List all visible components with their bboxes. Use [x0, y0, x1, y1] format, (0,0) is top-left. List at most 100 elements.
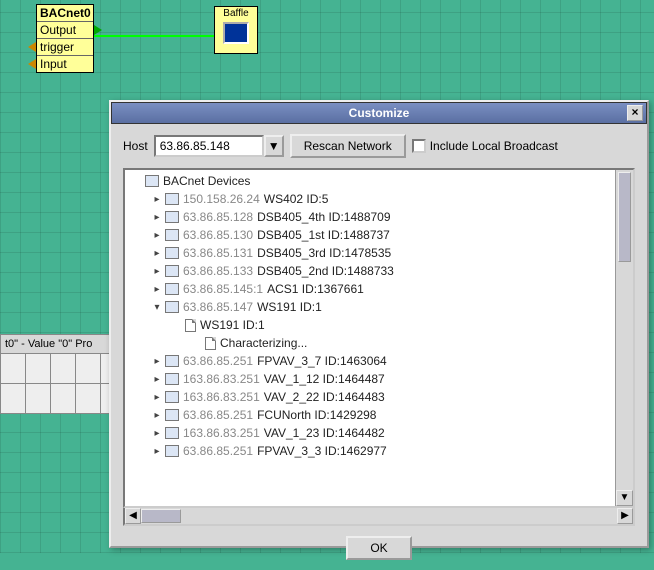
node-title: Baffle: [215, 7, 257, 20]
dialog-titlebar[interactable]: Customize ×: [111, 102, 647, 124]
expand-open-icon[interactable]: ▾: [151, 301, 163, 313]
tree-addr: 63.86.85.251: [183, 408, 253, 422]
tree-row[interactable]: ▸ 63.86.85.251 FCUNorth ID:1429298: [125, 406, 615, 424]
tree-row[interactable]: ▸ 63.86.85.133 DSB405_2nd ID:1488733: [125, 262, 615, 280]
tree-row[interactable]: ▸ 63.86.85.130 DSB405_1st ID:1488737: [125, 226, 615, 244]
side-panel-fragment: t0" - Value "0" Pro: [0, 334, 110, 414]
tree-label: DSB405_2nd ID:1488733: [257, 264, 394, 278]
expand-closed-icon[interactable]: ▸: [151, 373, 163, 385]
tree-addr: 150.158.26.24: [183, 192, 260, 206]
folder-icon: [165, 301, 179, 313]
block-icon: [223, 22, 249, 44]
tree-addr: 163.86.83.251: [183, 372, 260, 386]
tree-addr: 163.86.83.251: [183, 390, 260, 404]
tree-label: WS402 ID:5: [264, 192, 329, 206]
chevron-down-icon: ▼: [268, 139, 280, 153]
tree-row[interactable]: ▾63.86.85.147WS191 ID:1: [125, 298, 615, 316]
folder-icon: [145, 175, 159, 187]
node-bacnet0[interactable]: BACnet0 Output trigger Input: [36, 4, 94, 73]
host-combo[interactable]: ▼: [154, 135, 284, 157]
expand-closed-icon[interactable]: ▸: [151, 409, 163, 421]
scrollbar-thumb[interactable]: [618, 172, 631, 262]
tree-row[interactable]: ▸63.86.85.131DSB405_3rd ID:1478535: [125, 244, 615, 262]
scrollbar-track[interactable]: [141, 508, 617, 524]
folder-icon: [165, 193, 179, 205]
tree-row[interactable]: ▸ 63.86.85.145:1 ACS1 ID:1367661: [125, 280, 615, 298]
tree-row[interactable]: ▸ 63.86.85.251 FPVAV_3_7 ID:1463064: [125, 352, 615, 370]
tree-label: ACS1 ID:1367661: [267, 282, 364, 296]
include-broadcast-checkbox[interactable]: Include Local Broadcast: [412, 139, 558, 154]
port-trigger[interactable]: trigger: [37, 38, 93, 55]
expand-closed-icon[interactable]: ▸: [151, 211, 163, 223]
port-input[interactable]: Input: [37, 55, 93, 72]
folder-icon: [165, 391, 179, 403]
tree-label: VAV_2_22 ID:1464483: [264, 390, 385, 404]
tree-addr: 63.86.85.251: [183, 444, 253, 458]
expand-closed-icon[interactable]: ▸: [151, 445, 163, 457]
folder-icon: [165, 445, 179, 457]
expand-closed-icon[interactable]: ▸: [151, 283, 163, 295]
host-label: Host: [123, 139, 148, 153]
dialog-title: Customize: [349, 106, 410, 120]
tree-row[interactable]: Characterizing...: [125, 334, 615, 352]
tree-row[interactable]: ▸ 63.86.85.251 FPVAV_3_3 ID:1462977: [125, 442, 615, 460]
property-label: t0" - Value "0" Pro: [0, 334, 110, 354]
folder-icon: [165, 355, 179, 367]
expand-closed-icon[interactable]: ▸: [151, 229, 163, 241]
node-baffle[interactable]: Baffle: [214, 6, 258, 54]
tree-addr: 63.86.85.133: [183, 264, 253, 278]
expand-closed-icon[interactable]: ▸: [151, 247, 163, 259]
tree-row[interactable]: ▸ 63.86.85.128 DSB405_4th ID:1488709: [125, 208, 615, 226]
folder-icon: [165, 211, 179, 223]
tree-label: FPVAV_3_7 ID:1463064: [257, 354, 387, 368]
host-dropdown-button[interactable]: ▼: [264, 135, 284, 157]
expand-closed-icon[interactable]: ▸: [151, 391, 163, 403]
tree-label: FCUNorth ID:1429298: [257, 408, 376, 422]
vertical-scrollbar[interactable]: ▼: [615, 170, 633, 506]
port-output[interactable]: Output: [37, 21, 93, 38]
tree-row[interactable]: ▸ 150.158.26.24 WS402 ID:5: [125, 190, 615, 208]
expand-closed-icon[interactable]: ▸: [151, 427, 163, 439]
horizontal-scrollbar[interactable]: ◀ ▶: [123, 508, 635, 526]
connection-wire[interactable]: [94, 35, 214, 37]
close-button[interactable]: ×: [627, 105, 643, 121]
expand-closed-icon[interactable]: ▸: [151, 355, 163, 367]
tree-row[interactable]: ▸ 163.86.83.251 VAV_2_22 ID:1464483: [125, 388, 615, 406]
device-tree[interactable]: BACnet Devices▸150.158.26.24WS402 ID:5▸6…: [125, 170, 615, 506]
tree-row[interactable]: BACnet Devices: [125, 172, 615, 190]
property-grid: [0, 384, 110, 414]
ok-button[interactable]: OK: [346, 536, 411, 560]
tree-row[interactable]: ▸163.86.83.251VAV_1_12 ID:1464487: [125, 370, 615, 388]
folder-icon: [165, 283, 179, 295]
tree-row[interactable]: WS191 ID:1: [125, 316, 615, 334]
scrollbar-thumb[interactable]: [141, 509, 181, 523]
host-input[interactable]: [154, 135, 264, 157]
scroll-left-icon[interactable]: ◀: [125, 508, 141, 524]
folder-icon: [165, 427, 179, 439]
tree-label: WS191 ID:1: [200, 318, 265, 332]
node-title: BACnet0: [37, 5, 93, 21]
tree-label: VAV_1_23 ID:1464482: [264, 426, 385, 440]
rescan-button[interactable]: Rescan Network: [290, 134, 406, 158]
tree-addr: 63.86.85.147: [183, 300, 253, 314]
property-grid: [0, 354, 110, 384]
tri-right-icon: [94, 25, 102, 35]
tri-left-icon: [28, 42, 36, 52]
tree-label: DSB405_3rd ID:1478535: [257, 246, 391, 260]
tree-addr: 63.86.85.128: [183, 210, 253, 224]
tree-label: DSB405_1st ID:1488737: [257, 228, 390, 242]
dialog-footer: OK: [111, 526, 647, 570]
tree-label: DSB405_4th ID:1488709: [257, 210, 390, 224]
tree-addr: 63.86.85.130: [183, 228, 253, 242]
tree-label: Characterizing...: [220, 336, 307, 350]
tree-label: FPVAV_3_3 ID:1462977: [257, 444, 387, 458]
expand-closed-icon[interactable]: ▸: [151, 193, 163, 205]
tree-addr: 63.86.85.251: [183, 354, 253, 368]
scroll-right-icon[interactable]: ▶: [617, 508, 633, 524]
scroll-down-icon[interactable]: ▼: [616, 490, 633, 506]
tree-addr: 63.86.85.145:1: [183, 282, 263, 296]
document-icon: [205, 337, 216, 350]
expand-closed-icon[interactable]: ▸: [151, 265, 163, 277]
tree-row[interactable]: ▸163.86.83.251VAV_1_23 ID:1464482: [125, 424, 615, 442]
checkbox-icon: [412, 139, 426, 153]
